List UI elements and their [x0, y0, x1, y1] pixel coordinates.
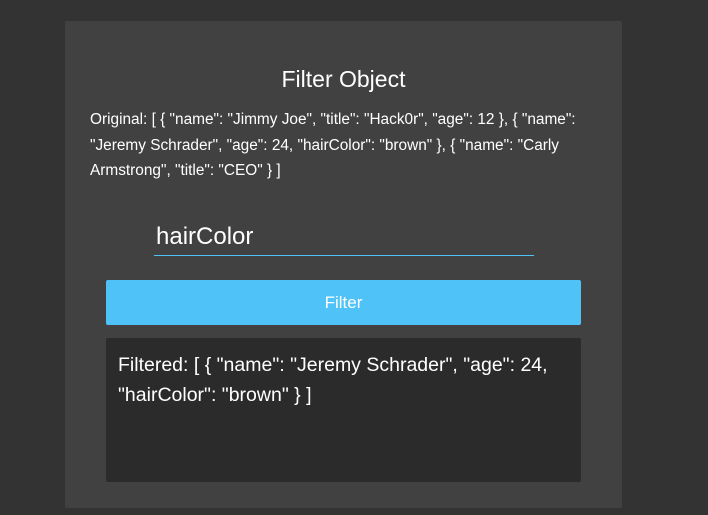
original-data-text: Original: [ { "name": "Jimmy Joe", "titl… [90, 111, 576, 179]
page-title: Filter Object [281, 66, 406, 92]
filter-key-input[interactable] [154, 219, 534, 255]
filter-input-container [154, 219, 534, 256]
filtered-result-box: Filtered: [ { "name": "Jeremy Schrader",… [106, 338, 581, 482]
filter-panel: Filter Object Original: [ { "name": "Jim… [65, 21, 622, 508]
filtered-result-text: Filtered: [ { "name": "Jeremy Schrader",… [118, 354, 548, 406]
filter-button[interactable]: Filter [106, 280, 581, 325]
